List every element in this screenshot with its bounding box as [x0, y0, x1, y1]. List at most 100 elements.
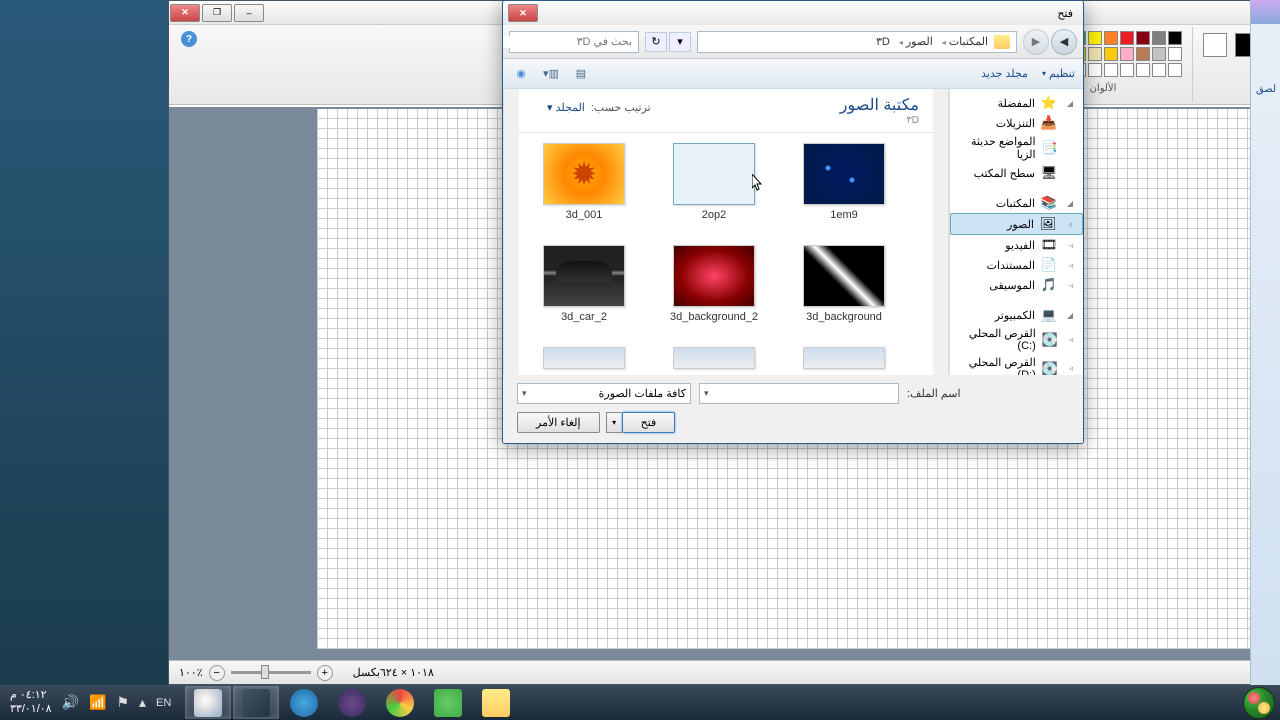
organize-button[interactable]: تنظيم ▾: [1042, 67, 1075, 80]
paint-minimize-button[interactable]: –: [234, 4, 264, 22]
color-swatch[interactable]: [1136, 47, 1150, 61]
background-window-edge: لصق: [1250, 0, 1280, 685]
breadcrumb-libraries[interactable]: المكتبات: [939, 35, 988, 48]
sidebar-videos[interactable]: ◃🎞الفيديو: [950, 235, 1083, 255]
network-icon[interactable]: 📶: [89, 694, 106, 711]
color2-swatch[interactable]: [1203, 33, 1227, 57]
taskbar-clock[interactable]: ٠٤:١٢ م ٣٣/٠١/٠٨: [10, 689, 52, 715]
start-button[interactable]: [1238, 685, 1280, 720]
refresh-button[interactable]: ↻: [645, 32, 667, 52]
sidebar-computer[interactable]: ◢💻الكمبيوتر: [950, 305, 1083, 325]
view-options-button[interactable]: ▤: [571, 65, 591, 83]
taskbar-explorer[interactable]: [473, 686, 519, 719]
sidebar-recent[interactable]: 📑المواضع حديثة الزيا: [950, 133, 1083, 163]
videos-icon: 🎞: [1041, 237, 1057, 253]
open-dropdown-button[interactable]: ▾: [606, 412, 622, 433]
taskbar-app1[interactable]: [233, 686, 279, 719]
taskbar-bittorrent[interactable]: [329, 686, 375, 719]
windows-logo-icon: [1243, 687, 1275, 719]
view-dropdown-button[interactable]: ▥▾: [541, 65, 561, 83]
file-thumbnail[interactable]: 1em9: [799, 143, 889, 221]
sort-value[interactable]: المجلد ▾: [547, 101, 585, 114]
color-swatch[interactable]: [1168, 47, 1182, 61]
folder-icon: [994, 35, 1010, 49]
color-swatch[interactable]: [1168, 63, 1182, 77]
sidebar-documents[interactable]: ◃📄المستندات: [950, 255, 1083, 275]
address-bar[interactable]: المكتبات الصور ٣D: [697, 31, 1017, 53]
thumbnail-image: [543, 347, 625, 369]
taskbar-paint[interactable]: [185, 686, 231, 719]
file-thumbnail[interactable]: 3d_background_2: [669, 245, 759, 323]
downloads-icon: 📥: [1041, 115, 1057, 131]
file-thumbnail[interactable]: [669, 347, 759, 369]
color-swatch[interactable]: [1088, 63, 1102, 77]
address-dropdown-button[interactable]: ▾: [669, 32, 691, 52]
search-input[interactable]: [502, 36, 632, 48]
breadcrumb-pictures[interactable]: الصور: [896, 35, 933, 48]
sidebar-scrollbar[interactable]: [933, 89, 949, 375]
thumbnail-image: [673, 245, 755, 307]
open-button[interactable]: فتح: [622, 412, 676, 433]
breadcrumb-3d[interactable]: ٣D: [870, 35, 890, 48]
color-swatch[interactable]: [1120, 63, 1134, 77]
dialog-nav: ◀ ▶ المكتبات الصور ٣D ▾ ↻ 🔍: [503, 25, 1083, 59]
file-thumbnail[interactable]: 3d_car_2: [539, 245, 629, 323]
color-swatch[interactable]: [1088, 31, 1102, 45]
sidebar-pictures[interactable]: ◃🖼الصور: [950, 213, 1083, 235]
dialog-close-button[interactable]: ✕: [508, 4, 538, 22]
color-swatch[interactable]: [1152, 31, 1166, 45]
color-swatch[interactable]: [1104, 31, 1118, 45]
volume-icon[interactable]: 🔊: [62, 694, 79, 711]
file-thumbnail[interactable]: 2op2: [669, 143, 759, 221]
color-swatch[interactable]: [1104, 63, 1118, 77]
help-icon[interactable]: ?: [181, 31, 197, 47]
color-swatch[interactable]: [1168, 31, 1182, 45]
new-folder-button[interactable]: مجلد جديد: [981, 67, 1028, 80]
color-swatch[interactable]: [1120, 31, 1134, 45]
zoom-out-button[interactable]: −: [209, 665, 225, 681]
zoom-slider-thumb[interactable]: [261, 665, 269, 679]
color-swatch[interactable]: [1136, 31, 1150, 45]
taskbar-ie[interactable]: [281, 686, 327, 719]
zoom-slider-track[interactable]: [231, 671, 311, 674]
file-thumbnail[interactable]: 3d_background: [799, 245, 889, 323]
paint-maximize-button[interactable]: ❐: [202, 4, 232, 22]
sidebar-favorites[interactable]: ◢⭐المفضلة: [950, 93, 1083, 113]
color-swatch[interactable]: [1088, 47, 1102, 61]
color-swatch[interactable]: [1152, 47, 1166, 61]
thumbnail-image: [673, 347, 755, 369]
sidebar-desktop[interactable]: 🖥سطح المكتب: [950, 163, 1083, 183]
color-swatch[interactable]: [1136, 63, 1150, 77]
paint-close-button[interactable]: ✕: [170, 4, 200, 22]
color-swatch[interactable]: [1104, 47, 1118, 61]
tray-expand-icon[interactable]: ▴: [139, 694, 146, 711]
file-thumbnail[interactable]: 3d_001: [539, 143, 629, 221]
file-thumbnail[interactable]: [539, 347, 629, 369]
taskbar-chrome[interactable]: [377, 686, 423, 719]
color-swatch[interactable]: [1120, 47, 1134, 61]
sidebar-drive-c[interactable]: ◃💽القرص المحلي (:C): [950, 325, 1083, 354]
filetype-combo[interactable]: كافة ملفات الصورة: [517, 383, 691, 404]
zoom-control[interactable]: ١٠٠٪ − +: [179, 665, 333, 681]
help-button[interactable]: ◉: [511, 65, 531, 83]
sidebar-music[interactable]: ◃🎵الموسيقى: [950, 275, 1083, 295]
zoom-value: ١٠٠٪: [179, 666, 203, 679]
sidebar-drive-d[interactable]: ◃💽القرص المحلي (:D): [950, 354, 1083, 375]
dialog-toolbar: تنظيم ▾ مجلد جديد ▤ ▥▾ ◉: [503, 59, 1083, 89]
filename-combo[interactable]: [699, 383, 899, 404]
search-box[interactable]: 🔍: [509, 31, 639, 53]
zoom-in-button[interactable]: +: [317, 665, 333, 681]
file-thumbnail[interactable]: [799, 347, 889, 369]
cancel-button[interactable]: إلغاء الأمر: [517, 412, 600, 433]
sidebar-downloads[interactable]: 📥التنزيلات: [950, 113, 1083, 133]
taskbar-messenger[interactable]: [425, 686, 471, 719]
flag-icon[interactable]: ⚑: [116, 694, 129, 711]
nav-forward-button[interactable]: ▶: [1023, 29, 1049, 55]
thumbnail-label: 2op2: [702, 209, 726, 221]
color-swatch[interactable]: [1152, 63, 1166, 77]
lang-indicator[interactable]: EN: [156, 697, 171, 709]
nav-back-button[interactable]: ◀: [1051, 29, 1077, 55]
dialog-title: فتح: [1057, 7, 1079, 20]
sidebar-libraries[interactable]: ◢📚المكتبات: [950, 193, 1083, 213]
content-scrollbar[interactable]: [503, 89, 519, 375]
